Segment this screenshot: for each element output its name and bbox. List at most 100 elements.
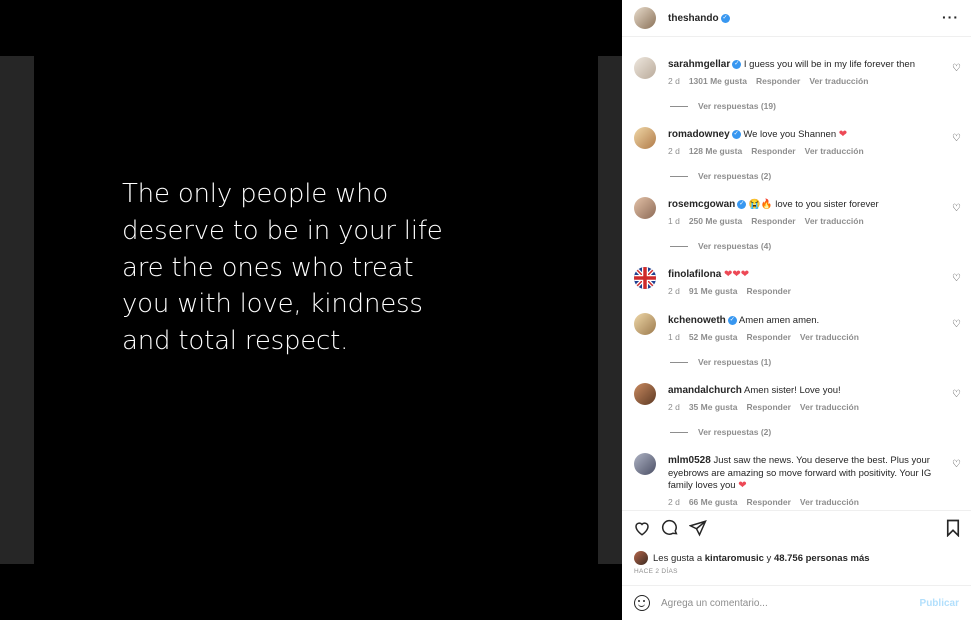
author-username[interactable]: theshando bbox=[668, 13, 719, 24]
view-replies-label: Ver respuestas (2) bbox=[698, 427, 772, 437]
comments-list[interactable]: sarahmgellar ✓ I guess you will be in my … bbox=[622, 37, 971, 510]
comment-time: 2 d bbox=[668, 402, 680, 412]
comment-time: 2 d bbox=[668, 76, 680, 86]
likes-prefix: Les gusta a bbox=[653, 552, 703, 564]
comment-input[interactable] bbox=[661, 597, 901, 609]
comment-time: 2 d bbox=[668, 497, 680, 507]
post-media[interactable]: The only people who deserve to be in you… bbox=[0, 0, 622, 620]
verified-badge-icon: ✓ bbox=[727, 315, 737, 325]
comment-text: rosemcgowan ✓ 😭🔥 love to you sister forev… bbox=[668, 199, 948, 212]
comment-likes[interactable]: 250 Me gusta bbox=[689, 216, 742, 226]
likes-count[interactable]: 48.756 personas más bbox=[774, 553, 870, 564]
translate-button[interactable]: Ver traducción bbox=[800, 332, 859, 342]
publish-button[interactable]: Publicar bbox=[920, 598, 959, 609]
more-horizontal-icon[interactable]: ··· bbox=[942, 10, 959, 24]
view-replies-button[interactable]: Ver respuestas (2) bbox=[670, 171, 771, 181]
like-heart-icon[interactable] bbox=[632, 519, 652, 539]
bookmark-icon[interactable] bbox=[943, 519, 963, 539]
reply-button[interactable]: Responder bbox=[746, 402, 790, 412]
reply-button[interactable]: Responder bbox=[746, 286, 790, 296]
post-header: theshando ✓ ··· bbox=[622, 0, 971, 37]
commenter-avatar[interactable] bbox=[634, 383, 656, 405]
translate-button[interactable]: Ver traducción bbox=[805, 146, 864, 156]
comment-composer: Publicar bbox=[622, 585, 971, 620]
comment-content: Amen sister! Love you! bbox=[744, 385, 841, 396]
view-replies-button[interactable]: Ver respuestas (2) bbox=[670, 427, 771, 437]
reply-button[interactable]: Responder bbox=[751, 146, 795, 156]
comment-text: romadowney ✓ We love you Shannen ❤ bbox=[668, 129, 948, 142]
comment-likes[interactable]: 128 Me gusta bbox=[689, 146, 742, 156]
comment-content: I guess you will be in my life forever t… bbox=[743, 59, 915, 70]
reply-button[interactable]: Responder bbox=[746, 497, 790, 507]
comment-username[interactable]: rosemcgowan bbox=[668, 199, 735, 210]
commenter-avatar[interactable] bbox=[634, 453, 656, 475]
heart-icon[interactable]: ♡ bbox=[952, 203, 961, 214]
commenter-avatar[interactable] bbox=[634, 57, 656, 79]
heart-icon[interactable]: ♡ bbox=[952, 273, 961, 284]
emoji-prefix: 😭🔥 bbox=[748, 199, 773, 210]
view-replies-button[interactable]: Ver respuestas (19) bbox=[670, 101, 776, 111]
red-heart-emoji: ❤ bbox=[838, 129, 848, 140]
comment-likes[interactable]: 91 Me gusta bbox=[689, 286, 738, 296]
commenter-avatar[interactable] bbox=[634, 197, 656, 219]
verified-badge-icon: ✓ bbox=[737, 199, 747, 209]
comment-username[interactable]: sarahmgellar bbox=[668, 59, 730, 70]
comment-text: amandalchurch Amen sister! Love you! bbox=[668, 385, 948, 398]
quote-line: and total respect. bbox=[122, 326, 349, 357]
comment-text: finolafilona ❤❤❤ bbox=[668, 269, 948, 282]
quote-line: deserve to be in your life bbox=[122, 215, 443, 246]
translate-button[interactable]: Ver traducción bbox=[809, 76, 868, 86]
view-replies-label: Ver respuestas (4) bbox=[698, 241, 772, 251]
emoji-smile-icon[interactable] bbox=[634, 595, 650, 611]
comment-username[interactable]: mlm0528 bbox=[668, 455, 711, 466]
media-right-edge bbox=[598, 56, 622, 564]
red-hearts-emoji: ❤❤❤ bbox=[723, 269, 750, 280]
heart-icon[interactable]: ♡ bbox=[952, 63, 961, 74]
comment-username[interactable]: finolafilona bbox=[668, 269, 721, 280]
comment-likes[interactable]: 35 Me gusta bbox=[689, 402, 738, 412]
quote-line: you with love, kindness bbox=[122, 289, 423, 320]
translate-button[interactable]: Ver traducción bbox=[800, 497, 859, 507]
translate-button[interactable]: Ver traducción bbox=[800, 402, 859, 412]
comment-username[interactable]: romadowney bbox=[668, 129, 730, 140]
reply-button[interactable]: Responder bbox=[756, 76, 800, 86]
view-replies-button[interactable]: Ver respuestas (1) bbox=[670, 357, 771, 367]
author-avatar[interactable] bbox=[634, 7, 656, 29]
heart-icon[interactable]: ♡ bbox=[952, 459, 961, 470]
reply-button[interactable]: Responder bbox=[751, 216, 795, 226]
view-replies-label: Ver respuestas (2) bbox=[698, 171, 772, 181]
comment-bubble-icon[interactable] bbox=[660, 519, 680, 539]
view-replies-label: Ver respuestas (1) bbox=[698, 357, 772, 367]
heart-icon[interactable]: ♡ bbox=[952, 319, 961, 330]
view-replies-button[interactable]: Ver respuestas (4) bbox=[670, 241, 771, 251]
share-send-icon[interactable] bbox=[688, 519, 708, 539]
union-jack-avatar[interactable] bbox=[634, 267, 656, 289]
comment-meta: 2 d 91 Me gusta Responder bbox=[668, 286, 800, 296]
translate-button[interactable]: Ver traducción bbox=[805, 216, 864, 226]
comment-likes[interactable]: 1301 Me gusta bbox=[689, 76, 747, 86]
heart-icon[interactable]: ♡ bbox=[952, 133, 961, 144]
comment-meta: 2 d 1301 Me gusta Responder Ver traducción bbox=[668, 76, 877, 86]
comment-likes[interactable]: 52 Me gusta bbox=[689, 332, 738, 342]
likes-summary[interactable]: Les gusta a kintaromusic y 48.756 person… bbox=[634, 551, 870, 565]
reply-button[interactable]: Responder bbox=[746, 332, 790, 342]
heart-icon[interactable]: ♡ bbox=[952, 389, 961, 400]
comment-text: mlm0528 Just saw the news. You deserve t… bbox=[668, 455, 948, 493]
post-side-panel: theshando ✓ ··· sarahmgellar ✓ I guess yo… bbox=[622, 0, 971, 620]
union-jack-icon bbox=[634, 267, 656, 289]
commenter-avatar[interactable] bbox=[634, 313, 656, 335]
quote-line: The only people who bbox=[122, 179, 389, 209]
comment-time: 2 d bbox=[668, 286, 680, 296]
post-actions: Les gusta a kintaromusic y 48.756 person… bbox=[622, 510, 971, 585]
commenter-avatar[interactable] bbox=[634, 127, 656, 149]
comment-username[interactable]: amandalchurch bbox=[668, 385, 742, 396]
comment-username[interactable]: kchenoweth bbox=[668, 315, 726, 326]
comment-content: Amen amen amen. bbox=[738, 315, 820, 326]
view-replies-label: Ver respuestas (19) bbox=[698, 101, 776, 111]
comment-text: kchenoweth ✓ Amen amen amen. bbox=[668, 315, 948, 328]
comment-time: 2 d bbox=[668, 146, 680, 156]
verified-badge-icon: ✓ bbox=[720, 13, 730, 23]
comment-likes[interactable]: 66 Me gusta bbox=[689, 497, 738, 507]
liker-username[interactable]: kintaromusic bbox=[705, 553, 764, 564]
media-left-edge bbox=[0, 56, 34, 564]
